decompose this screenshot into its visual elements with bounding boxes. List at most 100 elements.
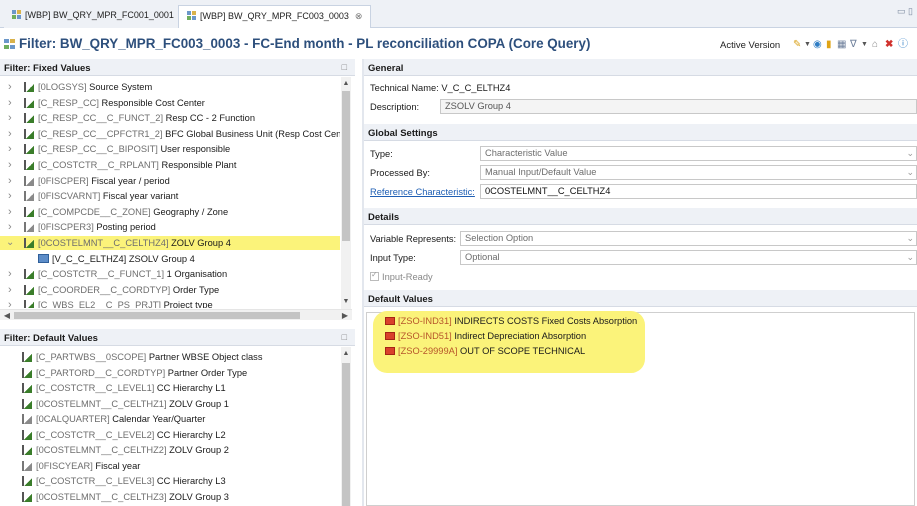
- window-controls[interactable]: ▭ ▯: [897, 6, 913, 17]
- tree-item[interactable]: [0COSTELMNT__C_CELTHZ1] ZOLV Group 1: [0, 397, 340, 411]
- characteristic-icon: [24, 160, 34, 170]
- tree-item[interactable]: › [C_RESP_CC__CPFCTR1_2] BFC Global Busin…: [0, 127, 340, 141]
- chevron-right-icon[interactable]: ›: [8, 111, 12, 125]
- value-icon: [385, 332, 395, 340]
- characteristic-icon: [24, 113, 34, 124]
- item-name: CC Hierarchy L2: [154, 429, 226, 440]
- tree-item[interactable]: [0CALQUARTER] Calendar Year/Quarter: [0, 412, 340, 426]
- scroll-right-icon[interactable]: ▶: [340, 310, 350, 321]
- tree-item[interactable]: [0COSTELMNT__C_CELTHZ3] ZOLV Group 3: [0, 490, 340, 504]
- delete-icon[interactable]: ✖: [885, 39, 893, 51]
- list-item[interactable]: [ZSO-IND51] Indirect Depreciation Absorp…: [385, 329, 586, 343]
- chevron-right-icon[interactable]: ›: [8, 80, 12, 94]
- query-icon: [187, 11, 197, 20]
- fixed-values-vscroll[interactable]: ▲ ▼: [341, 77, 351, 309]
- globe-icon[interactable]: ◉: [813, 39, 822, 51]
- chevron-right-icon[interactable]: ›: [8, 158, 12, 172]
- item-name: Partner Order Type: [165, 367, 248, 378]
- tree-item[interactable]: [C_COSTCTR__C_LEVEL2] CC Hierarchy L2: [0, 428, 340, 442]
- table-icon[interactable]: ▦: [837, 39, 846, 51]
- scroll-thumb[interactable]: [14, 312, 300, 319]
- chevron-right-icon[interactable]: ›: [8, 298, 12, 308]
- type-dropdown[interactable]: Characteristic Value ⌄: [480, 146, 917, 161]
- tree-item[interactable]: › [0LOGSYS] Source System: [0, 80, 340, 94]
- tree-item[interactable]: › [C_WBS_EL2__C_PS_PRJT] Project type: [0, 298, 340, 308]
- editor-header: Filter: BW_QRY_MPR_FC003_0003 - FC-End m…: [0, 29, 917, 59]
- tree-item[interactable]: [0FISCYEAR] Fiscal year: [0, 459, 340, 473]
- filter-edit-icon[interactable]: ∇: [850, 39, 857, 51]
- chevron-right-icon[interactable]: ›: [8, 127, 12, 141]
- chevron-right-icon[interactable]: ›: [8, 220, 12, 234]
- default-values-header: Filter: Default Values □: [0, 329, 355, 346]
- scroll-up-icon[interactable]: ▲: [341, 79, 351, 89]
- scroll-left-icon[interactable]: ◀: [2, 310, 12, 321]
- characteristic-icon: [24, 284, 34, 295]
- item-name: User responsible: [157, 144, 231, 155]
- tree-item[interactable]: › [0FISCPER3] Posting period: [0, 220, 340, 234]
- chevron-right-icon[interactable]: ›: [8, 205, 12, 219]
- tree-item[interactable]: [0COSTELMNT__C_CELTHZ2] ZOLV Group 2: [0, 443, 340, 457]
- tab-fc003[interactable]: [WBP] BW_QRY_MPR_FC003_0003 ⊗: [178, 5, 372, 28]
- chevron-right-icon[interactable]: ›: [8, 96, 12, 110]
- tree-item[interactable]: › [C_COSTCTR__C_RPLANT] Responsible Plant: [0, 158, 340, 172]
- chevron-down-icon: ⌄: [906, 148, 914, 158]
- scroll-thumb[interactable]: [342, 91, 350, 241]
- technical-name: [C_RESP_CC__C_FUNCT_2]: [38, 113, 164, 124]
- tree-item[interactable]: [V_C_C_ELTHZ4] ZSOLV Group 4: [0, 252, 340, 266]
- characteristic-icon: [24, 269, 34, 280]
- minimize-icon[interactable]: □: [342, 62, 347, 72]
- chevron-right-icon[interactable]: ›: [8, 142, 12, 156]
- description-field[interactable]: ZSOLV Group 4: [440, 99, 917, 114]
- document-icon[interactable]: ▮: [826, 39, 832, 51]
- pencil-icon[interactable]: ✎: [793, 39, 801, 51]
- tree-item[interactable]: › [C_RESP_CC] Responsible Cost Center: [0, 96, 340, 110]
- tree-item[interactable]: [C_COSTCTR__C_LEVEL1] CC Hierarchy L1: [0, 381, 340, 395]
- tree-item[interactable]: › [C_RESP_CC__C_BIPOSIT] User responsible: [0, 142, 340, 156]
- input-ready-checkbox[interactable]: Input-Ready: [370, 270, 433, 282]
- item-name: ZOLV Group 1: [166, 398, 229, 409]
- chevron-right-icon[interactable]: ›: [8, 283, 12, 297]
- chevron-down-icon[interactable]: ▼: [804, 39, 811, 51]
- page-title-text: Filter: BW_QRY_MPR_FC003_0003 - FC-End m…: [19, 36, 591, 51]
- scroll-down-icon[interactable]: ▼: [341, 297, 351, 307]
- tree-item[interactable]: › [C_COMPCDE__C_ZONE] Geography / Zone: [0, 205, 340, 219]
- list-item[interactable]: [ZSO-29999A] OUT OF SCOPE TECHNICAL: [385, 344, 585, 358]
- tree-item[interactable]: › [0FISCVARNT] Fiscal year variant: [0, 189, 340, 203]
- chevron-right-icon[interactable]: ›: [8, 189, 12, 203]
- chevron-right-icon[interactable]: ›: [8, 267, 12, 281]
- list-item[interactable]: [ZSO-IND31] INDIRECTS COSTS Fixed Costs …: [385, 314, 637, 328]
- tree-item[interactable]: › [C_COSTCTR__C_FUNCT_1] 1 Organisation: [0, 267, 340, 281]
- chevron-down-icon[interactable]: ⌄: [6, 236, 14, 250]
- characteristic-icon: [24, 97, 34, 108]
- type-value: Characteristic Value: [485, 148, 568, 158]
- minimize-icon[interactable]: □: [342, 332, 347, 342]
- input-type-dropdown[interactable]: Optional ⌄: [460, 250, 917, 265]
- chevron-right-icon[interactable]: ›: [8, 174, 12, 188]
- scroll-thumb[interactable]: [342, 363, 350, 506]
- tree-item[interactable]: › [C_COORDER__C_CORDTYP] Order Type: [0, 283, 340, 297]
- item-name: Partner WBSE Object class: [146, 352, 263, 362]
- scroll-up-icon[interactable]: ▲: [341, 349, 351, 359]
- tree-item[interactable]: [C_PARTORD__C_CORDTYP] Partner Order Typ…: [0, 366, 340, 380]
- close-tab-icon[interactable]: ⊗: [355, 11, 363, 21]
- chevron-down-icon[interactable]: ▼: [861, 39, 868, 51]
- chevron-down-icon: ⌄: [906, 252, 914, 262]
- eraser-icon[interactable]: ⌂: [872, 39, 878, 51]
- reference-characteristic-field[interactable]: 0COSTELMNT__C_CELTHZ4: [480, 184, 917, 199]
- tree-item[interactable]: › [C_RESP_CC__C_FUNCT_2] Resp CC - 2 Func…: [0, 111, 340, 125]
- technical-name: [0COSTELMNT__C_CELTHZ2]: [36, 445, 167, 455]
- tab-fc001[interactable]: [WBP] BW_QRY_MPR_FC001_0001: [4, 5, 182, 28]
- tree-item[interactable]: [C_COSTCTR__C_LEVEL3] CC Hierarchy L3: [0, 474, 340, 488]
- filter-icon: [4, 39, 15, 49]
- help-icon[interactable]: ⓘ: [898, 39, 908, 51]
- input-ready-label: Input-Ready: [382, 272, 433, 282]
- tree-item[interactable]: ⌄ [0COSTELMNT__C_CELTHZ4] ZOLV Group 4: [0, 236, 340, 250]
- editor-window: [WBP] BW_QRY_MPR_FC001_0001 [WBP] BW_QRY…: [0, 0, 917, 506]
- fixed-values-hscroll[interactable]: ◀ ▶: [0, 309, 352, 320]
- variable-represents-dropdown[interactable]: Selection Option ⌄: [460, 231, 917, 246]
- tree-item[interactable]: › [0FISCPER] Fiscal year / period: [0, 174, 340, 188]
- processed-by-dropdown[interactable]: Manual Input/Default Value ⌄: [480, 165, 917, 180]
- tree-item[interactable]: [C_PARTWBS__0SCOPE] Partner WBSE Object …: [0, 350, 340, 364]
- default-values-vscroll[interactable]: ▲: [341, 347, 351, 506]
- reference-characteristic-link[interactable]: Reference Characteristic:: [370, 187, 475, 197]
